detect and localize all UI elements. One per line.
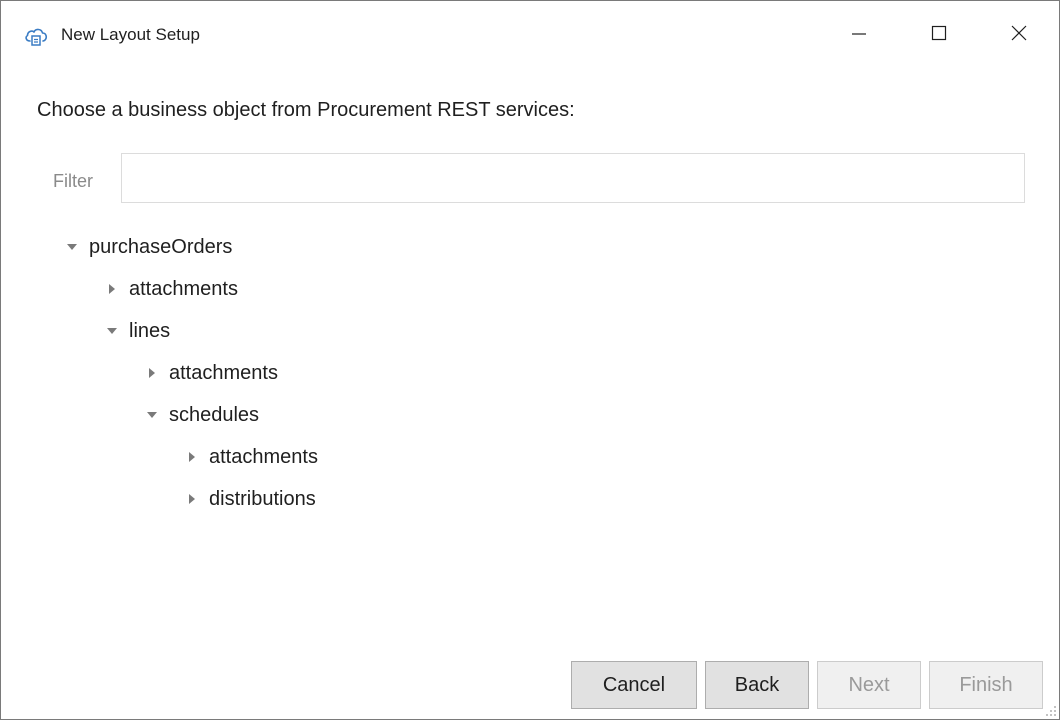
new-layout-setup-window: New Layout Setup Choose a business objec… bbox=[0, 0, 1060, 720]
minimize-icon bbox=[850, 24, 868, 42]
collapsed-triangle-icon[interactable] bbox=[105, 282, 119, 296]
tree-item[interactable]: attachments bbox=[185, 437, 318, 477]
expanded-triangle-icon[interactable] bbox=[105, 324, 119, 338]
collapsed-triangle-icon[interactable] bbox=[185, 450, 199, 464]
filter-input[interactable] bbox=[121, 153, 1025, 203]
maximize-button[interactable] bbox=[899, 1, 979, 65]
back-button[interactable]: Back bbox=[705, 661, 809, 709]
cancel-button[interactable]: Cancel bbox=[571, 661, 697, 709]
tree-item-label: distributions bbox=[209, 487, 316, 510]
tree-item-label: schedules bbox=[169, 403, 260, 426]
finish-button[interactable]: Finish bbox=[929, 661, 1043, 709]
tree-item-label: lines bbox=[129, 319, 171, 342]
minimize-button[interactable] bbox=[819, 1, 899, 65]
tree-item-label: attachments bbox=[169, 361, 278, 384]
close-icon bbox=[1010, 24, 1028, 42]
expanded-triangle-icon[interactable] bbox=[145, 408, 159, 422]
tree-item-label: attachments bbox=[209, 445, 318, 468]
tree-item[interactable]: lines bbox=[105, 311, 170, 351]
cloud-icon bbox=[23, 23, 49, 49]
expanded-triangle-icon[interactable] bbox=[65, 240, 79, 254]
tree-item[interactable]: purchaseOrders bbox=[65, 227, 232, 267]
close-button[interactable] bbox=[979, 1, 1059, 65]
tree-item-label: purchaseOrders bbox=[89, 235, 233, 258]
resize-grip-icon[interactable] bbox=[1043, 703, 1057, 717]
tree-item[interactable]: distributions bbox=[185, 479, 316, 519]
tree-item[interactable]: attachments bbox=[145, 353, 278, 393]
tree-item[interactable]: attachments bbox=[105, 269, 238, 309]
tree-item[interactable]: schedules bbox=[145, 395, 259, 435]
title-bar[interactable]: New Layout Setup bbox=[1, 1, 1059, 65]
filter-label: Filter bbox=[53, 171, 93, 191]
maximize-icon bbox=[930, 24, 948, 42]
next-button[interactable]: Next bbox=[817, 661, 921, 709]
collapsed-triangle-icon[interactable] bbox=[145, 366, 159, 380]
collapsed-triangle-icon[interactable] bbox=[185, 492, 199, 506]
page-heading: Choose a business object from Procuremen… bbox=[37, 99, 575, 121]
window-title: New Layout Setup bbox=[61, 25, 200, 44]
tree-item-label: attachments bbox=[129, 277, 238, 300]
